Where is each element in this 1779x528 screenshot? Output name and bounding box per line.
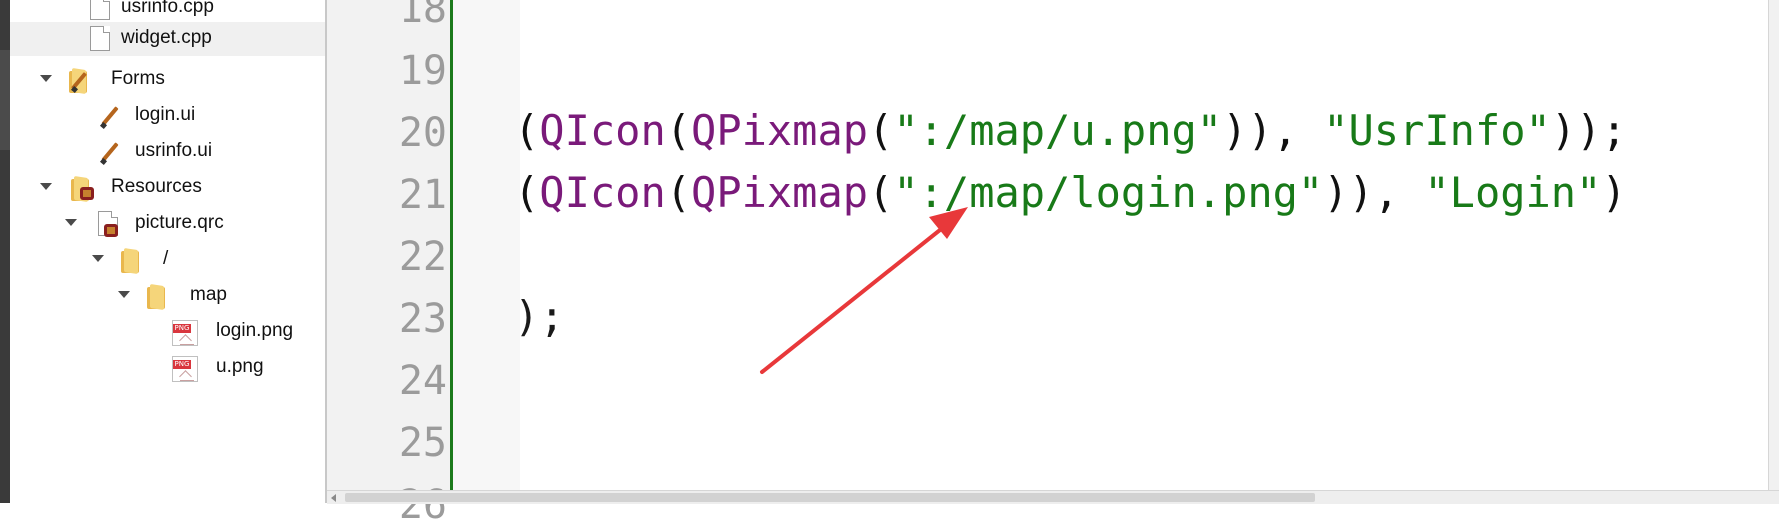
horizontal-scrollbar[interactable] [327,490,1779,504]
annotation-arrow [760,207,968,374]
scroll-left-icon[interactable] [331,494,336,502]
horizontal-scroll-thumb[interactable] [345,493,1315,502]
vertical-scrollbar[interactable] [1768,0,1779,490]
